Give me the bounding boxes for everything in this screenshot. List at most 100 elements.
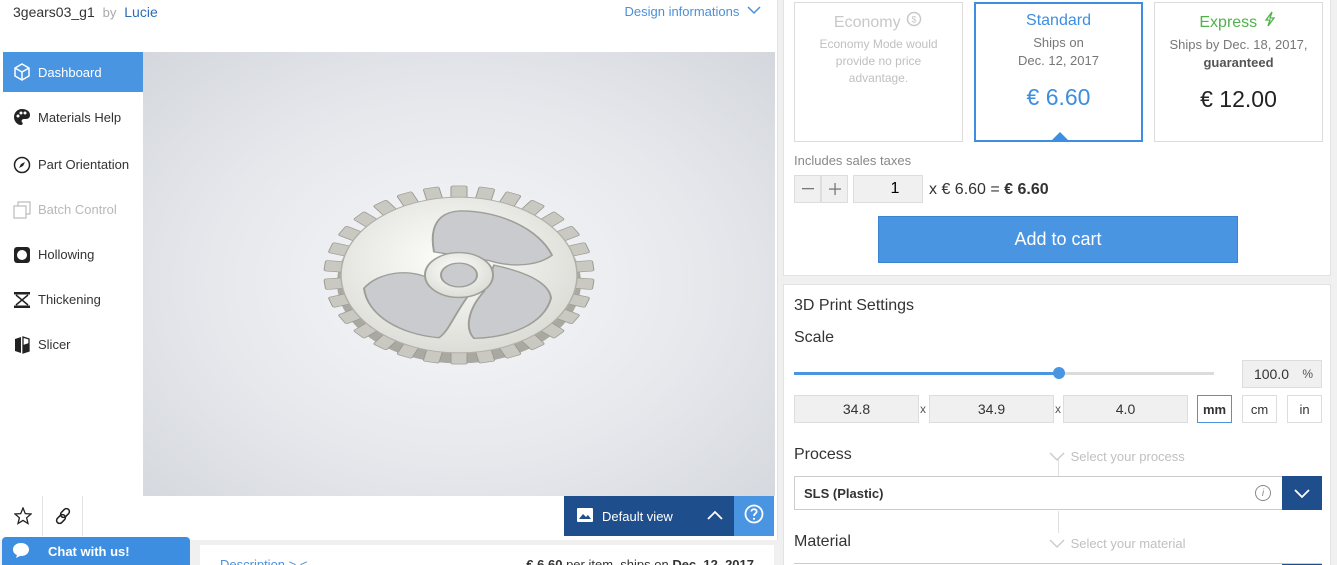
sidebar-item-part-orientation[interactable]: Part Orientation	[3, 142, 143, 187]
shipping-option-economy[interactable]: Economy $ Economy Mode would provide no …	[794, 2, 963, 142]
help-button[interactable]	[734, 496, 774, 536]
print-settings-card: 3D Print Settings Scale 100.0 % 34.8 x 3…	[783, 284, 1331, 565]
sidebar-item-batch-control[interactable]: Batch Control	[3, 187, 143, 232]
unit-mm-button[interactable]: mm	[1197, 395, 1232, 423]
chevron-down-icon	[747, 4, 761, 18]
process-select-value: SLS (Plastic)	[804, 485, 884, 501]
view-controls: Default view	[564, 496, 774, 536]
description-link[interactable]: Description > <	[220, 557, 307, 565]
sidebar-item-thickening[interactable]: Thickening	[3, 277, 143, 322]
thickening-icon	[12, 290, 32, 310]
sidebar-item-label: Thickening	[38, 292, 101, 307]
process-hint-text: Select your process	[1070, 449, 1185, 464]
palette-icon	[12, 107, 32, 127]
option-subtitle: Ships by Dec. 18, 2017, guaranteed	[1155, 36, 1322, 72]
dimension-z-field[interactable]: 4.0	[1063, 395, 1188, 423]
unit-in-button[interactable]: in	[1287, 395, 1322, 423]
viewer-bottom-tools	[3, 496, 83, 536]
quantity-input[interactable]	[853, 175, 923, 203]
sidebar-item-hollowing[interactable]: Hollowing	[3, 232, 143, 277]
3d-model-viewer[interactable]	[143, 52, 775, 496]
price-calculation: x € 6.60 = € 6.60	[929, 181, 1049, 199]
material-hint: Select your material	[1049, 535, 1186, 551]
by-label: by	[102, 5, 117, 20]
scale-slider-fill	[794, 372, 1059, 375]
calc-prefix: x € 6.60 =	[929, 181, 1000, 198]
percent-unit: %	[1302, 367, 1313, 381]
express-sub-line2: guaranteed	[1203, 55, 1274, 70]
design-name: 3gears03_g1	[13, 4, 95, 20]
unit-cm-button[interactable]: cm	[1242, 395, 1277, 423]
option-subtitle: Ships on Dec. 12, 2017	[976, 34, 1141, 70]
star-icon[interactable]	[3, 496, 43, 536]
gear-model	[323, 185, 595, 365]
chevron-up-icon[interactable]	[696, 507, 734, 525]
standard-price: € 6.60	[1026, 84, 1091, 110]
slicer-icon	[12, 335, 32, 355]
dimension-separator: x	[1055, 402, 1061, 416]
sidebar-item-label: Part Orientation	[38, 157, 130, 172]
divider	[1058, 511, 1059, 533]
option-name: Economy $	[795, 11, 962, 32]
chat-button[interactable]: Chat with us!	[2, 537, 190, 565]
option-subtitle: Economy Mode would provide no price adva…	[819, 37, 938, 85]
sidebar-item-materials-help[interactable]: Materials Help	[3, 92, 143, 142]
default-view-button[interactable]: Default view	[564, 496, 734, 536]
economy-coin-icon: $	[905, 11, 923, 31]
scale-label: Scale	[794, 329, 835, 346]
add-to-cart-button[interactable]: Add to cart	[878, 216, 1238, 263]
express-sub-line1: Ships by Dec. 18, 2017,	[1169, 37, 1308, 52]
settings-title: 3D Print Settings	[794, 297, 915, 314]
material-hint-text: Select your material	[1070, 536, 1186, 551]
compass-icon	[12, 155, 32, 175]
description-price-summary: € 6.60 per item, ships on Dec. 12, 2017	[526, 557, 754, 565]
shipping-option-standard[interactable]: Standard Ships on Dec. 12, 2017 € 6.60	[974, 2, 1143, 142]
material-label: Material	[794, 533, 851, 550]
standard-sub-line1: Ships on	[1033, 35, 1084, 50]
standard-sub-line2: Dec. 12, 2017	[1018, 53, 1099, 68]
sidebar-item-label: Dashboard	[38, 64, 102, 80]
chevron-down-icon	[1049, 535, 1067, 551]
image-icon	[576, 507, 594, 526]
design-panel: 3gears03_g1 by Lucie Design informations…	[0, 0, 778, 540]
author-link[interactable]: Lucie	[124, 4, 157, 20]
description-bar: Description > < € 6.60 per item, ships o…	[200, 545, 774, 565]
dimension-y-field[interactable]: 34.9	[929, 395, 1054, 423]
default-view-label: Default view	[602, 508, 673, 524]
sidebar-item-slicer[interactable]: Slicer	[3, 322, 143, 367]
summary-per-item: per item, ships on	[566, 557, 669, 565]
process-select[interactable]: SLS (Plastic) i	[794, 476, 1322, 510]
summary-price: € 6.60	[526, 557, 563, 565]
quantity-stepper	[794, 175, 848, 203]
sidebar: Dashboard Materials Help Part Orientatio…	[3, 52, 143, 367]
chevron-down-icon	[1049, 448, 1067, 464]
dimension-x-field[interactable]: 34.8	[794, 395, 919, 423]
info-icon[interactable]: i	[1255, 485, 1271, 501]
sidebar-item-dashboard[interactable]: Dashboard	[3, 52, 143, 92]
scale-slider-handle[interactable]	[1052, 367, 1065, 379]
shipping-option-express[interactable]: Express Ships by Dec. 18, 2017, guarante…	[1154, 2, 1323, 142]
sidebar-item-label: Batch Control	[38, 202, 117, 217]
scale-slider[interactable]	[794, 367, 1214, 379]
chevron-down-icon[interactable]	[1282, 476, 1322, 510]
scale-percent-input[interactable]: 100.0 %	[1242, 360, 1322, 388]
increment-button[interactable]	[821, 175, 848, 203]
decrement-button[interactable]	[794, 175, 821, 203]
chat-bubble-icon	[12, 542, 30, 561]
svg-text:$: $	[912, 15, 917, 25]
hollow-square-icon	[12, 245, 32, 265]
link-icon[interactable]	[43, 496, 83, 536]
calc-total: € 6.60	[1004, 181, 1049, 198]
option-name: Express	[1155, 11, 1322, 32]
question-icon	[744, 504, 764, 529]
express-price: € 12.00	[1200, 86, 1277, 112]
design-info-label: Design informations	[624, 4, 740, 19]
process-hint: Select your process	[1049, 448, 1185, 464]
chat-label: Chat with us!	[48, 543, 130, 559]
design-informations-link[interactable]: Design informations	[624, 4, 761, 19]
sidebar-item-label: Hollowing	[38, 247, 95, 262]
design-title: 3gears03_g1 by Lucie	[13, 4, 158, 20]
selected-notch	[1050, 132, 1070, 142]
express-label: Express	[1199, 14, 1258, 31]
cube-icon	[12, 62, 32, 82]
